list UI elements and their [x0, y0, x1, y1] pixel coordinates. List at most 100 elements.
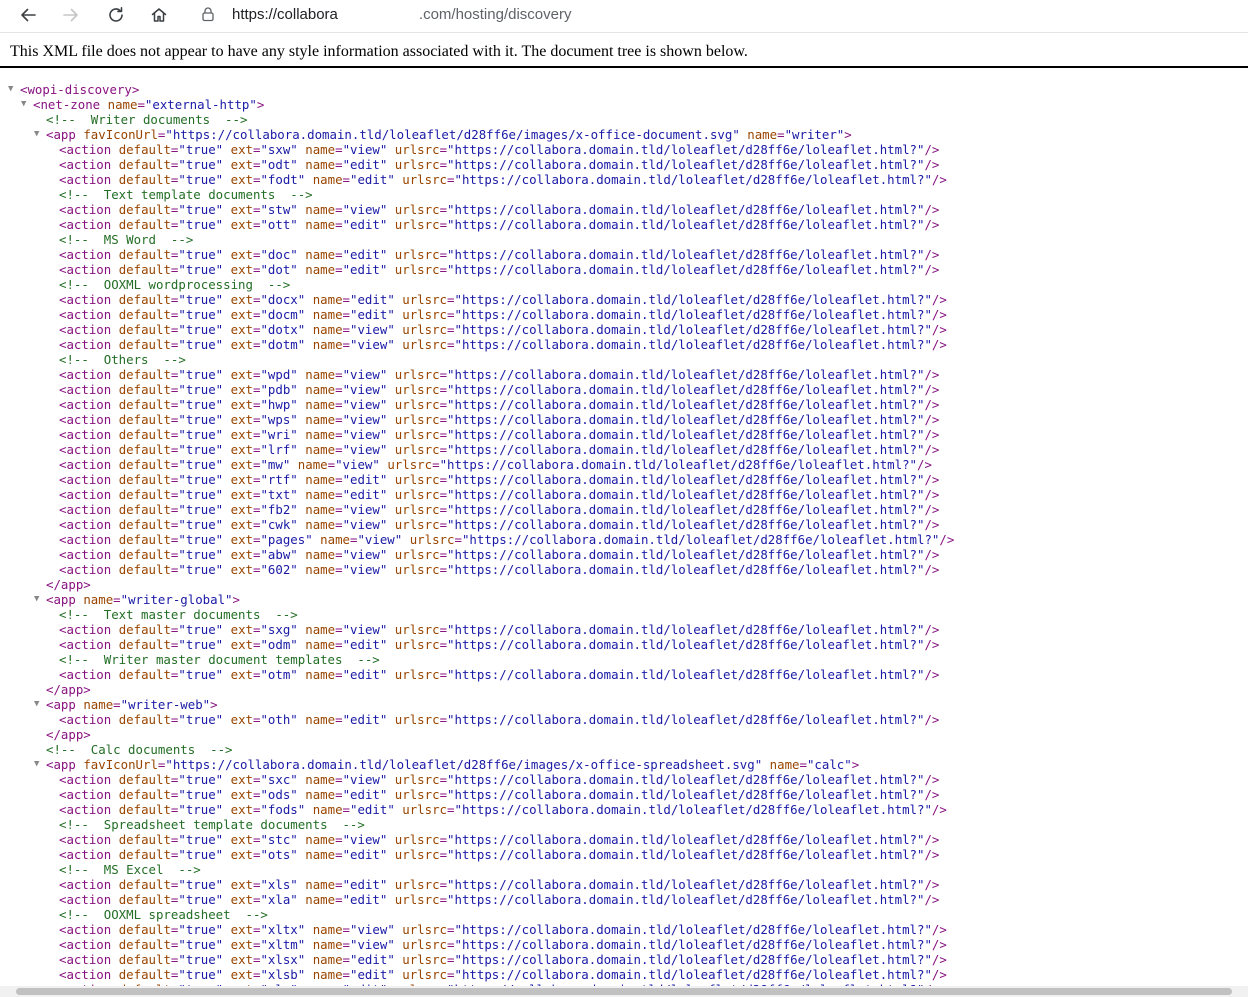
xml-attr-value: "true"	[178, 547, 224, 562]
xml-tag-end: />	[931, 307, 947, 322]
xml-attr-value: "otm"	[260, 667, 298, 682]
xml-tag: <action	[59, 787, 112, 802]
xml-attr-eq: =	[113, 697, 121, 712]
xml-attr-name: default	[118, 637, 171, 652]
refresh-button[interactable]	[102, 2, 130, 28]
xml-tag: <action	[59, 217, 112, 232]
xml-attr-name: favIconUrl	[83, 757, 158, 772]
url-text[interactable]: https://collabora .com/hosting/discovery	[232, 6, 571, 23]
xml-tag: <action	[59, 832, 112, 847]
xml-attr-eq: =	[439, 832, 448, 847]
xml-attr-name: urlsrc	[394, 382, 440, 397]
xml-attr-value: "ott"	[260, 217, 298, 232]
xml-attr-eq: =	[439, 262, 448, 277]
xml-attr-value: "view"	[350, 337, 395, 352]
xml-attr-name: urlsrc	[394, 712, 440, 727]
collapse-triangle-icon[interactable]: ▼	[34, 127, 46, 142]
xml-attr-value: "view"	[342, 382, 388, 397]
xml-action-element: <action default="true" ext="lrf" name="v…	[0, 442, 1248, 457]
xml-attr-value: "true"	[178, 922, 224, 937]
xml-attr-eq: =	[439, 397, 448, 412]
xml-tag: <action	[59, 142, 112, 157]
xml-action-element: <action default="true" ext="dotm" name="…	[0, 337, 1248, 352]
xml-attr-name: urlsrc	[394, 832, 440, 847]
xml-attr-eq: =	[335, 562, 343, 577]
collapse-triangle-icon[interactable]: ▼	[21, 97, 33, 112]
xml-attr-name: urlsrc	[394, 547, 440, 562]
xml-attr-value: "https://collabora.domain.tld/loleaflet/…	[447, 442, 925, 457]
scrollbar-thumb[interactable]	[16, 988, 1232, 995]
xml-tag: <action	[59, 802, 112, 817]
xml-comment-text: <!-- MS Word -->	[59, 232, 194, 247]
xml-attr-value: "https://collabora.domain.tld/loleaflet/…	[165, 127, 740, 142]
collapse-triangle-icon[interactable]: ▼	[34, 697, 46, 712]
xml-attr-value: "https://collabora.domain.tld/loleaflet/…	[439, 457, 917, 472]
xml-attr-name: default	[118, 322, 171, 337]
xml-attr-value: "https://collabora.domain.tld/loleaflet/…	[447, 832, 925, 847]
xml-element-net-zone[interactable]: ▼ <net-zone name="external-http">	[0, 97, 1248, 112]
collapse-triangle-icon[interactable]: ▼	[8, 82, 20, 97]
xml-tag-end: />	[931, 322, 947, 337]
xml-element-app[interactable]: ▼ <app name="writer-global">	[0, 592, 1248, 607]
xml-attr-name: default	[118, 457, 171, 472]
xml-action-element: <action default="true" ext="doc" name="e…	[0, 247, 1248, 262]
xml-attr-eq: =	[439, 142, 448, 157]
xml-attr-eq: =	[335, 502, 343, 517]
xml-element-app[interactable]: ▼ <app favIconUrl = "https://collabora.doma…	[0, 127, 1248, 142]
xml-action-element: <action default="true" ext="fodt" name="…	[0, 172, 1248, 187]
xml-action-element: <action default="true" ext="fb2" name="v…	[0, 502, 1248, 517]
xml-tag-end: />	[931, 952, 947, 967]
xml-comment: <!-- Writer master document templates --…	[0, 652, 1248, 667]
xml-attr-name: urlsrc	[394, 397, 440, 412]
home-button[interactable]	[145, 2, 173, 28]
xml-attr-name: name	[83, 697, 114, 712]
xml-attr-value: "view"	[342, 547, 388, 562]
xml-element-app[interactable]: ▼ <app name="writer-web">	[0, 697, 1248, 712]
xml-action-element: <action default="true" ext="wps" name="v…	[0, 412, 1248, 427]
xml-tag-end: >	[232, 592, 240, 607]
xml-element-app[interactable]: ▼ <app favIconUrl = "https://collabora.doma…	[0, 757, 1248, 772]
xml-attr-name: ext	[230, 562, 253, 577]
collapse-triangle-icon[interactable]: ▼	[34, 757, 46, 772]
xml-attr-value: "edit"	[342, 712, 388, 727]
xml-attr-name: default	[118, 952, 171, 967]
xml-tag-end: />	[924, 667, 940, 682]
xml-attr-name: name	[305, 142, 336, 157]
collapse-triangle-icon[interactable]: ▼	[34, 592, 46, 607]
xml-action-element: <action default="true" ext="pages" name=…	[0, 532, 1248, 547]
xml-attr-value: "view"	[342, 202, 388, 217]
xml-attr-value: "external-http"	[144, 97, 257, 112]
xml-tag: </app>	[46, 577, 91, 592]
xml-attr-value: "https://collabora.domain.tld/loleaflet/…	[447, 157, 925, 172]
xml-attr-eq: =	[335, 157, 343, 172]
xml-attr-name: ext	[230, 787, 253, 802]
xml-attr-value: "https://collabora.domain.tld/loleaflet/…	[447, 247, 925, 262]
xml-tag-end: />	[924, 547, 940, 562]
xml-tag-end: />	[924, 622, 940, 637]
xml-attr-name: ext	[230, 142, 253, 157]
xml-attr-value: "true"	[178, 442, 224, 457]
xml-attr-value: "oth"	[260, 712, 298, 727]
xml-comment: <!-- OOXML wordprocessing -->	[0, 277, 1248, 292]
xml-attr-name: ext	[230, 442, 253, 457]
xml-attr-name: name	[83, 592, 114, 607]
xml-element-wopi-discovery[interactable]: ▼ <wopi-discovery>	[0, 82, 1248, 97]
back-button[interactable]	[14, 2, 42, 28]
xml-attr-value: "docx"	[260, 292, 306, 307]
xml-attr-value: "xla"	[260, 892, 298, 907]
forward-button[interactable]	[57, 2, 85, 28]
xml-attr-name: ext	[230, 337, 253, 352]
xml-attr-name: name	[305, 667, 336, 682]
lock-icon[interactable]	[200, 6, 216, 22]
xml-attr-name: urlsrc	[394, 892, 440, 907]
xml-attr-eq: =	[439, 547, 448, 562]
xml-attr-value: "true"	[178, 202, 224, 217]
xml-attr-name: urlsrc	[394, 367, 440, 382]
xml-attr-value: "edit"	[342, 847, 388, 862]
xml-attr-name: name	[312, 937, 343, 952]
horizontal-scrollbar[interactable]	[0, 986, 1248, 997]
xml-attr-name: name	[305, 637, 336, 652]
xml-attr-value: "https://collabora.domain.tld/loleaflet/…	[454, 922, 932, 937]
xml-attr-name: urlsrc	[394, 157, 440, 172]
xml-attr-value: "odt"	[260, 157, 298, 172]
